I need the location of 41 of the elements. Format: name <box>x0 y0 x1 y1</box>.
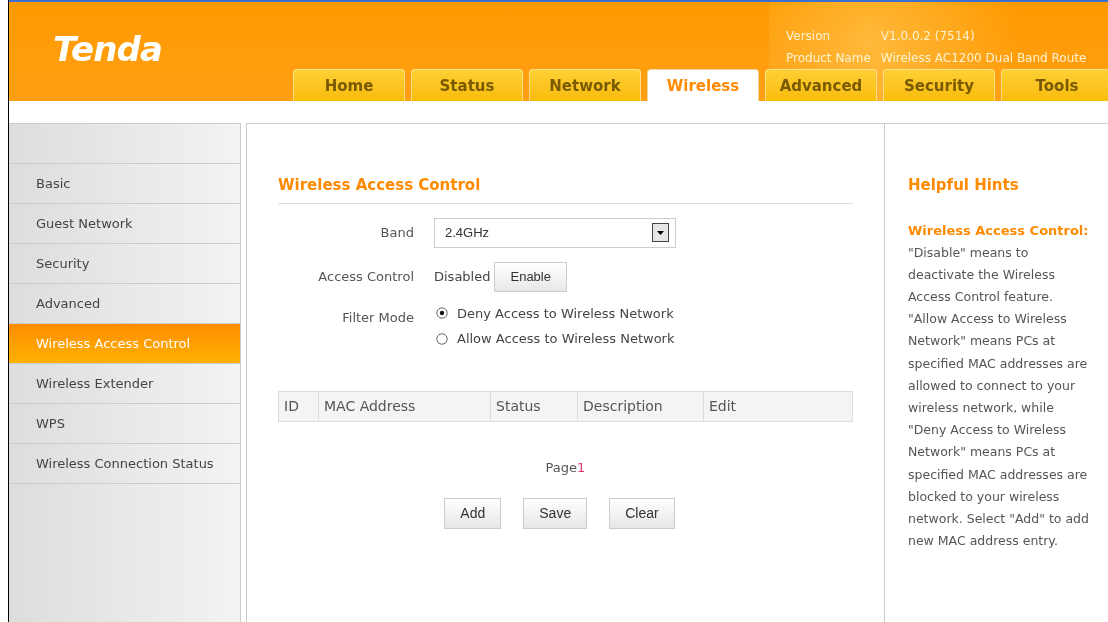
product-name-label: Product Name <box>786 50 871 67</box>
section-title: Wireless Access Control <box>278 174 853 204</box>
nav-tab[interactable]: Status <box>411 69 523 101</box>
sidebar-item[interactable]: WPS <box>9 404 240 444</box>
radio-button[interactable] <box>436 307 448 320</box>
nav-tab[interactable]: Tools <box>1001 69 1108 101</box>
column-header: Edit <box>708 396 738 416</box>
enable-button[interactable]: Enable <box>494 261 567 292</box>
access-control-label: Access Control <box>317 267 415 286</box>
radio-label[interactable]: Deny Access to Wireless Network <box>457 303 674 323</box>
nav-tab[interactable]: Home <box>293 69 405 101</box>
band-select[interactable]: 2.4GHz <box>434 217 676 248</box>
radio-label[interactable]: Allow Access to Wireless Network <box>457 329 675 349</box>
column-header: Description <box>578 391 704 421</box>
nav-tab[interactable]: Advanced <box>765 69 877 101</box>
action-button[interactable]: Save <box>523 498 588 529</box>
filter-mode-label: Filter Mode <box>341 308 415 327</box>
sidebar-item[interactable]: Wireless Connection Status <box>9 444 240 484</box>
radio-button[interactable] <box>436 332 448 345</box>
version-value: V1.0.0.2 (7514) <box>880 28 976 45</box>
action-button[interactable]: Clear <box>609 498 675 529</box>
page-number[interactable]: 1 <box>577 457 586 477</box>
hints-subtitle: Wireless Access Control: <box>908 221 1090 240</box>
hints-text: "Disable" means to deactivate the Wireless Access Control feature. "Allow Access to Wireless Network" means PCs at specified MAC addresses are allowed to connect to your wireless network, while "Deny Access to Wireless Network" means PCs at specified MAC addresses are blocked to your wireless network. Select "Add" to add new MAC address entry. <box>908 243 1090 551</box>
hints-title: Helpful Hints <box>908 175 1020 196</box>
band-label: Band <box>379 223 415 242</box>
sidebar-item[interactable]: Guest Network <box>9 204 240 244</box>
access-control-status: Disabled <box>434 267 491 286</box>
version-label: Version <box>786 28 832 45</box>
sidebar-item[interactable]: Wireless Extender <box>9 364 240 404</box>
logo: Tenda <box>53 28 163 71</box>
column-header: ID <box>279 391 319 421</box>
action-button[interactable]: Add <box>444 498 502 529</box>
sidebar-item[interactable]: Security <box>9 244 240 284</box>
page-label: Page <box>545 458 578 477</box>
nav-tab[interactable]: Security <box>883 69 995 101</box>
column-header: Status <box>491 391 578 421</box>
column-header: MAC Address <box>319 391 491 421</box>
product-name-value: Wireless AC1200 Dual Band Route <box>880 50 1087 67</box>
nav-tab[interactable]: Network <box>529 69 641 101</box>
sidebar-item[interactable]: Basic <box>9 164 240 204</box>
